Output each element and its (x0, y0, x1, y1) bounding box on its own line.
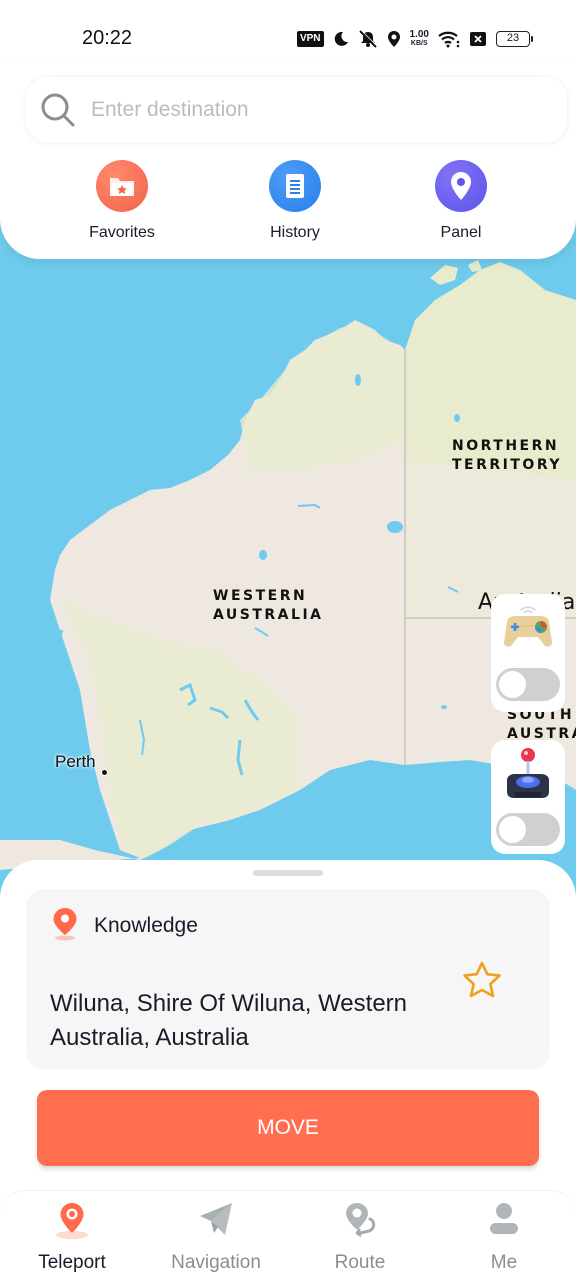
location-title: Knowledge (94, 914, 198, 937)
tab-label: Route (334, 1252, 386, 1273)
toggle-knob (499, 816, 526, 843)
tab-navigation[interactable]: Navigation (144, 1191, 288, 1280)
land-wa-north-green (240, 322, 405, 470)
map-label-line: TERRITORY (452, 457, 562, 473)
tab-teleport[interactable]: Teleport (0, 1191, 144, 1280)
tab-label: Navigation (171, 1252, 261, 1273)
tab-me[interactable]: Me (432, 1191, 576, 1280)
search-box[interactable] (26, 77, 567, 143)
favorites-label: Favorites (89, 224, 155, 241)
top-panel: Favorites History Panel (0, 60, 576, 259)
location-card: Knowledge Wiluna, Shire Of Wiluna, Weste… (26, 889, 550, 1069)
location-pin-icon (435, 160, 487, 212)
folder-star-icon (96, 160, 148, 212)
tab-label: Me (490, 1252, 518, 1273)
map-label-line: NORTHERN (452, 438, 560, 454)
person-icon (490, 1203, 518, 1234)
location-icon (387, 31, 400, 47)
destination-search-input[interactable] (91, 98, 531, 122)
status-time: 20:22 (82, 27, 133, 49)
favorite-star-icon[interactable] (460, 959, 504, 1003)
map-city-dot (101, 769, 108, 776)
gamepad-control-card (491, 594, 565, 712)
network-speed-unit: KB/S (410, 40, 428, 47)
wifi-icon (438, 31, 460, 48)
status-icons: VPN 1.00 KB/S 23 (296, 28, 533, 50)
gamepad-icon[interactable] (501, 604, 555, 650)
joystick-icon[interactable] (503, 746, 553, 802)
search-icon (41, 93, 75, 127)
battery-icon: 23 (496, 31, 533, 47)
map-label-line: WESTERN (213, 588, 308, 604)
history-button[interactable]: History (235, 160, 355, 242)
map-label-line: AUSTRALIA (213, 607, 324, 623)
network-speed: 1.00 KB/S (410, 30, 429, 48)
sim-off-icon (470, 32, 486, 46)
joystick-toggle[interactable] (496, 813, 560, 846)
drag-handle[interactable] (253, 870, 323, 876)
vpn-icon: VPN (296, 31, 324, 47)
mute-icon (358, 30, 377, 48)
document-icon (269, 160, 321, 212)
map-city-perth[interactable]: Perth (55, 752, 96, 772)
quick-actions: Favorites History Panel (0, 160, 576, 250)
route-icon (346, 1203, 376, 1237)
teleport-pin-icon (56, 1203, 88, 1239)
map-label-northern-territory: NORTHERN TERRITORY (452, 437, 562, 475)
panel-label: Panel (440, 224, 482, 241)
bottom-tab-bar: Teleport Navigation Route Me (0, 1190, 576, 1280)
joystick-control-card (491, 740, 565, 854)
move-button[interactable]: MOVE (37, 1090, 539, 1166)
tab-route[interactable]: Route (288, 1191, 432, 1280)
paper-plane-icon (200, 1203, 232, 1235)
toggle-knob (499, 671, 526, 698)
moon-icon (334, 31, 348, 46)
location-address: Wiluna, Shire Of Wiluna, Western Austral… (50, 990, 408, 1051)
panel-button[interactable]: Panel (401, 160, 521, 242)
gamepad-toggle[interactable] (496, 668, 560, 701)
map-label-western-australia: WESTERN AUSTRALIA (213, 587, 324, 625)
favorites-button[interactable]: Favorites (62, 160, 182, 242)
history-label: History (270, 224, 320, 241)
tab-label: Teleport (38, 1252, 106, 1273)
location-pin-icon (53, 908, 77, 941)
